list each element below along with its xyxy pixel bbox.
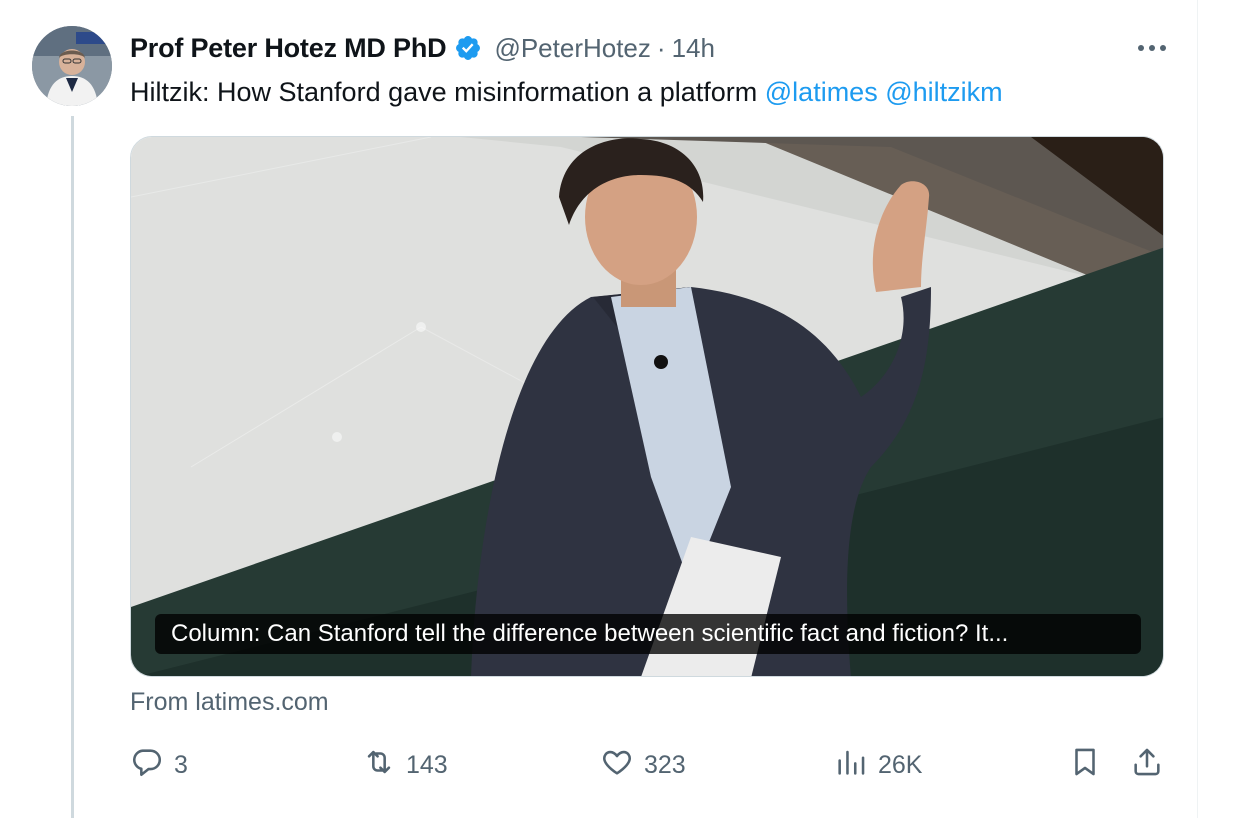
separator: · [656, 32, 666, 63]
thread-line [71, 116, 74, 818]
card-caption: Column: Can Stanford tell the difference… [155, 614, 1141, 654]
verified-badge-icon[interactable] [454, 34, 482, 62]
repost-count: 143 [406, 750, 448, 779]
avatar-image [32, 26, 112, 106]
share-button[interactable] [1130, 742, 1164, 788]
mention-latimes[interactable]: @latimes [765, 77, 878, 107]
like-button[interactable]: 323 [600, 742, 686, 788]
timestamp[interactable]: 14h [672, 33, 715, 64]
mention-hiltzikm[interactable]: @hiltzikm [885, 77, 1002, 107]
views-icon [834, 745, 868, 786]
repost-icon [362, 745, 396, 786]
avatar[interactable] [32, 26, 112, 106]
bookmark-button[interactable] [1068, 742, 1102, 788]
more-icon[interactable] [1134, 34, 1170, 62]
views-count: 26K [878, 750, 923, 779]
author-handle[interactable]: @PeterHotez [494, 33, 650, 64]
card-image [131, 137, 1163, 676]
views-button[interactable]: 26K [834, 742, 922, 788]
tweet-body: Hiltzik: How Stanford gave misinformatio… [130, 77, 758, 107]
share-icon [1130, 745, 1164, 786]
reply-button[interactable]: 3 [130, 742, 188, 788]
tweet-header: Prof Peter Hotez MD PhD @PeterHotez · 14… [130, 28, 1170, 68]
card-source[interactable]: From latimes.com [130, 688, 329, 717]
reply-icon [130, 745, 164, 786]
author-name[interactable]: Prof Peter Hotez MD PhD [130, 33, 447, 64]
tweet-text: Hiltzik: How Stanford gave misinformatio… [130, 74, 1003, 110]
action-bar: 3 143 323 26K [130, 742, 1170, 788]
repost-button[interactable]: 143 [362, 742, 448, 788]
like-icon [600, 745, 634, 786]
timeline-divider [1197, 0, 1198, 818]
reply-count: 3 [174, 750, 188, 779]
bookmark-icon [1068, 745, 1102, 786]
link-card[interactable]: Column: Can Stanford tell the difference… [130, 136, 1164, 677]
like-count: 323 [644, 750, 686, 779]
